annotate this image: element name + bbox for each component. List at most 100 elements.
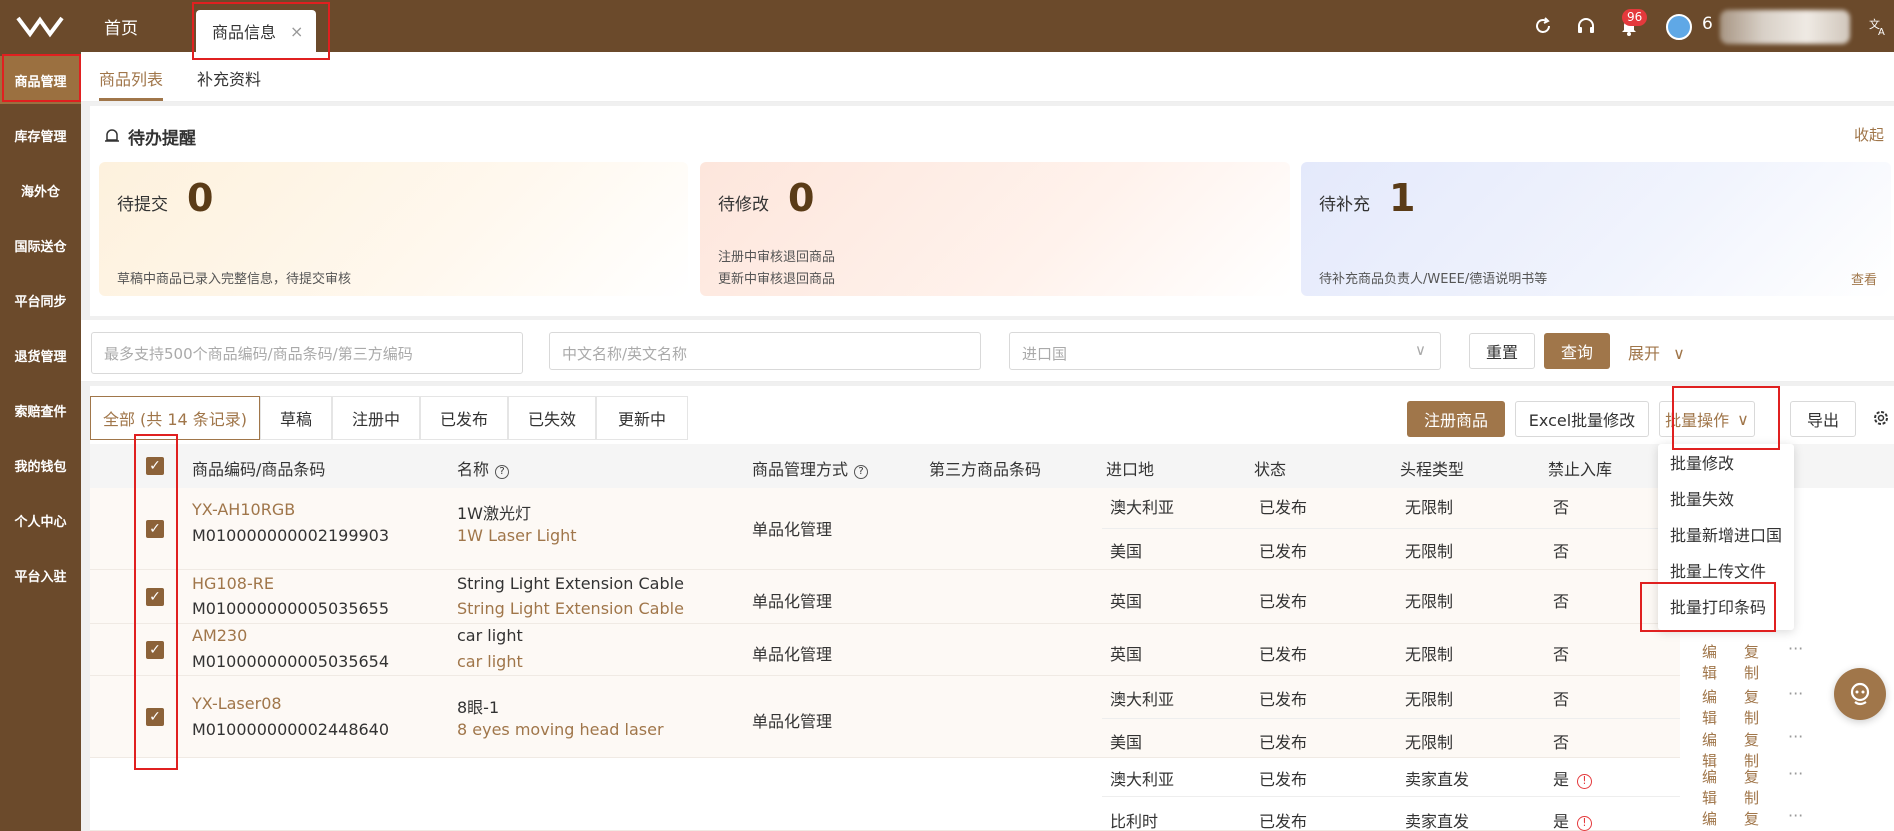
card-pending-submit[interactable]: 待提交 0 草稿中商品已录入完整信息，待提交审核 — [99, 162, 688, 296]
reset-button[interactable]: 重置 — [1469, 333, 1535, 369]
edit-link[interactable]: 编辑 — [1702, 766, 1717, 808]
more-icon[interactable]: ··· — [1788, 727, 1803, 746]
sidebar-item-overseas[interactable]: 海外仓 — [0, 166, 81, 214]
username-blurred — [1720, 10, 1850, 44]
name-cn: String Light Extension Cable — [457, 574, 684, 593]
tab-product-info[interactable]: 商品信息 × — [196, 10, 316, 52]
table-row[interactable]: ✓ YX-AH10RGB M010000000002199903 1W激光灯 1… — [90, 488, 1680, 570]
row-checkbox[interactable]: ✓ — [146, 520, 164, 538]
copy-link[interactable]: 复制 — [1744, 766, 1759, 808]
edit-link[interactable]: 编辑 — [1702, 729, 1717, 771]
status-tab-draft[interactable]: 草稿 — [260, 396, 332, 440]
status-tab-published[interactable]: 已发布 — [420, 396, 508, 440]
ban-inbound: 否 — [1553, 645, 1570, 664]
import-country: 美国 — [1110, 542, 1143, 561]
table-row[interactable]: ✓ HG108-RE M010000000005035655 String Li… — [90, 570, 1680, 624]
shipping-type: 卖家直发 — [1405, 812, 1470, 831]
help-icon[interactable]: ? — [495, 465, 510, 479]
product-code[interactable]: YX-AH10RGB — [192, 500, 295, 519]
more-icon[interactable]: ··· — [1788, 764, 1803, 783]
view-link[interactable]: 查看 — [1851, 269, 1877, 288]
more-icon[interactable]: ··· — [1788, 639, 1803, 658]
menu-batch-expire[interactable]: 批量失效 — [1670, 486, 1734, 510]
menu-batch-upload[interactable]: 批量上传文件 — [1670, 558, 1766, 582]
product-barcode: M010000000002199903 — [192, 526, 390, 545]
copy-link[interactable]: 复制 — [1744, 641, 1759, 683]
card-pending-modify[interactable]: 待修改 0 注册中审核退回商品 更新中审核退回商品 — [700, 162, 1290, 296]
status-tab-expired[interactable]: 已失效 — [508, 396, 596, 440]
logo-icon — [16, 16, 64, 38]
more-icon[interactable]: ··· — [1788, 684, 1803, 703]
import-country: 英国 — [1110, 645, 1143, 664]
tab-supplement[interactable]: 补充资料 — [197, 66, 261, 90]
edit-link[interactable]: 编辑 — [1702, 641, 1717, 683]
gear-icon[interactable] — [1872, 409, 1890, 427]
sidebar-item-wallet[interactable]: 我的钱包 — [0, 441, 81, 489]
register-product-button[interactable]: 注册商品 — [1407, 401, 1505, 437]
name-search-input[interactable]: 中文名称/英文名称 — [549, 332, 981, 370]
card-pending-supplement[interactable]: 待补充 1 待补充商品负责人/WEEE/德语说明书等 查看 — [1301, 162, 1891, 296]
batch-operation-button[interactable]: 批量操作 ∨ — [1659, 401, 1755, 437]
sub-divider — [1102, 718, 1680, 719]
code-search-input[interactable]: 最多支持500个商品编码/商品条码/第三方编码 — [91, 332, 523, 374]
sidebar-item-platform-sync[interactable]: 平台同步 — [0, 276, 81, 324]
sidebar-item-claims[interactable]: 索赔查件 — [0, 386, 81, 434]
card-desc: 更新中审核退回商品 — [718, 272, 836, 287]
sidebar-item-returns[interactable]: 退货管理 — [0, 331, 81, 379]
help-icon[interactable]: ? — [854, 465, 869, 479]
avatar[interactable] — [1666, 14, 1692, 40]
sidebar-item-profile[interactable]: 个人中心 — [0, 496, 81, 544]
status-tab-updating[interactable]: 更新中 — [596, 396, 688, 440]
close-icon[interactable]: × — [290, 22, 303, 41]
table-row[interactable]: ✓ YX-Laser08 M010000000002448640 8眼-1 8 … — [90, 676, 1803, 770]
query-button[interactable]: 查询 — [1544, 333, 1610, 369]
table-row[interactable]: 澳大利亚 已发布 卖家直发 是! 编辑 复制 ··· 比利时 已发布 卖家直发 … — [90, 758, 1803, 831]
copy-link[interactable]: 复制 — [1744, 686, 1759, 728]
menu-batch-print-barcode[interactable]: 批量打印条码 — [1670, 594, 1766, 618]
country-select[interactable]: 进口国 ∨ — [1009, 332, 1441, 370]
status: 已发布 — [1259, 733, 1308, 752]
product-code[interactable]: YX-Laser08 — [192, 694, 282, 713]
export-button[interactable]: 导出 — [1790, 401, 1856, 437]
tab-product-list[interactable]: 商品列表 — [99, 66, 163, 90]
status: 已发布 — [1259, 690, 1308, 709]
refresh-icon[interactable] — [1533, 16, 1553, 36]
status-tab-all[interactable]: 全部 (共 14 条记录) — [90, 396, 260, 440]
sidebar-item-onboarding[interactable]: 平台入驻 — [0, 551, 81, 599]
headset-icon[interactable] — [1576, 16, 1596, 36]
collapse-link[interactable]: 收起 — [1854, 124, 1884, 145]
username[interactable]: 6 — [1702, 14, 1713, 34]
edit-link[interactable]: 编辑 — [1702, 808, 1717, 831]
active-tab-underline — [99, 98, 163, 101]
row-checkbox[interactable]: ✓ — [146, 641, 164, 659]
status: 已发布 — [1259, 645, 1308, 664]
table-row[interactable]: ✓ AM230 M010000000005035654 car light ca… — [90, 624, 1803, 682]
excel-batch-edit-button[interactable]: Excel批量修改 — [1515, 401, 1649, 437]
product-code[interactable]: AM230 — [192, 626, 247, 645]
import-country: 澳大利亚 — [1110, 770, 1175, 789]
more-icon[interactable]: ··· — [1788, 806, 1803, 825]
status-tab-registering[interactable]: 注册中 — [332, 396, 420, 440]
copy-link[interactable]: 复制 — [1744, 808, 1759, 831]
name-cn: 1W激光灯 — [457, 504, 532, 523]
ban-inbound: 否 — [1553, 498, 1570, 517]
select-all-checkbox[interactable]: ✓ — [146, 457, 164, 475]
sidebar-item-inventory[interactable]: 库存管理 — [0, 111, 81, 159]
tab-home[interactable]: 首页 — [104, 14, 138, 39]
row-checkbox[interactable]: ✓ — [146, 708, 164, 726]
table-header: ✓ 商品编码/商品条码 名称? 商品管理方式? 第三方商品条码 进口地 状态 头… — [90, 444, 1894, 488]
edit-link[interactable]: 编辑 — [1702, 686, 1717, 728]
expand-toggle[interactable]: 展开 ∨ — [1628, 340, 1685, 364]
support-chat-button[interactable] — [1834, 668, 1886, 720]
menu-batch-edit[interactable]: 批量修改 — [1670, 450, 1734, 474]
copy-link[interactable]: 复制 — [1744, 729, 1759, 771]
warning-icon[interactable]: ! — [1577, 774, 1593, 789]
product-code[interactable]: HG108-RE — [192, 574, 274, 593]
translate-icon[interactable]: 文A — [1868, 16, 1888, 36]
shipping-type: 无限制 — [1405, 498, 1454, 517]
sidebar-item-intl-shipping[interactable]: 国际送仓 — [0, 221, 81, 269]
row-checkbox[interactable]: ✓ — [146, 588, 164, 606]
warning-icon[interactable]: ! — [1577, 816, 1593, 831]
sidebar-item-product[interactable]: 商品管理 — [0, 56, 81, 104]
menu-batch-add-country[interactable]: 批量新增进口国 — [1670, 522, 1782, 546]
